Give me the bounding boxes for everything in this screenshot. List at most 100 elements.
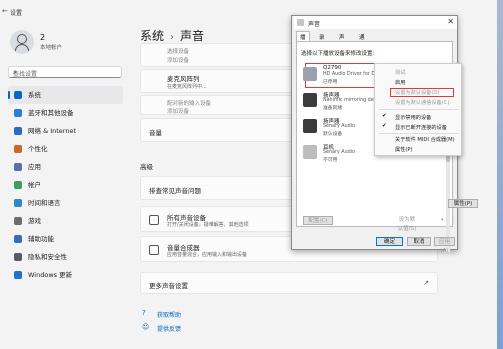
advanced-section-title: 高级 <box>140 163 153 171</box>
sidebar-item[interactable]: 个性化 <box>8 140 123 158</box>
sidebar-item[interactable]: 帐户 <box>8 176 123 194</box>
sidebar-item[interactable]: 辅助功能 <box>8 230 123 248</box>
device-status: 默认设备 <box>323 132 343 137</box>
breadcrumb-separator: › <box>170 32 175 43</box>
breadcrumb: 系统 › 声音 <box>140 27 204 44</box>
nav-icon <box>14 127 22 135</box>
volume-panel[interactable]: 音量 <box>140 118 300 142</box>
nav-icon <box>14 271 22 279</box>
device-status: 已停用 <box>323 80 338 85</box>
faded-text: 配对新的输入设备 <box>167 101 212 107</box>
nav-icon <box>14 109 22 117</box>
sidebar-item-label: 蓝牙和其他设备 <box>28 109 74 117</box>
pair-input-panel[interactable]: 配对新的输入设备 添加设备 <box>140 95 300 115</box>
menu-item-about-midi[interactable]: 关于软件 MIDI 合成器(M) <box>395 136 455 143</box>
sidebar-item[interactable]: 时间和语言 <box>8 194 123 212</box>
cancel-button[interactable]: 取消 <box>407 237 431 246</box>
menu-item-properties[interactable]: 属性(P) <box>395 146 413 153</box>
menu-item-set-default[interactable]: 设置为默认设备(D) <box>395 89 439 96</box>
more-settings-label: 更多声音设置 <box>149 282 188 290</box>
breadcrumb-parent[interactable]: 系统 <box>140 29 164 43</box>
nav-icon <box>14 181 22 189</box>
avatar[interactable] <box>10 30 34 54</box>
desktop-background <box>497 0 503 349</box>
nav-icon <box>14 217 22 225</box>
sidebar-item[interactable]: Windows 更新 <box>8 266 123 284</box>
speaker-icon <box>303 93 317 107</box>
device-driver: Senary Audio <box>323 124 355 129</box>
page-title: 声音 <box>180 29 205 43</box>
set-default-button[interactable]: 设为默认值(S) <box>397 216 417 232</box>
back-arrow-icon[interactable]: ← <box>2 7 8 15</box>
input-device-panel[interactable]: 麦克风阵列 在麦克风阵列中... <box>140 69 300 93</box>
speaker-icon <box>297 19 304 26</box>
close-icon[interactable]: ✕ <box>447 17 454 26</box>
sidebar-item-label: 系统 <box>28 91 41 99</box>
device-name: Q2790 <box>323 65 342 71</box>
menu-item-show-disabled[interactable]: 显示禁用的设备 <box>395 114 431 121</box>
set-default-label: 设为默认值(S) <box>397 217 417 232</box>
configure-button[interactable]: 配置(C) <box>303 216 333 225</box>
external-link-icon: ↗ <box>423 279 429 287</box>
context-menu: 测试 启用 设置为默认设备(D) 设置为默认通信设备(C) ✔ 显示禁用的设备 … <box>374 63 462 156</box>
sidebar-item[interactable]: 网络 & Internet <box>8 122 123 140</box>
apply-button[interactable]: 应用(A) <box>434 237 455 254</box>
instruction-text: 选择以下播放设备来修改设置: <box>301 51 375 57</box>
help-icon[interactable]: ? <box>142 309 146 317</box>
mic-sub: 在麦克风阵列中... <box>167 84 207 90</box>
dialog-titlebar[interactable]: 声音 ✕ <box>294 16 457 29</box>
window-title: 设置 <box>10 10 23 17</box>
menu-item-set-default-comm[interactable]: 设置为默认通信设备(C) <box>395 99 449 106</box>
sidebar-item-label: 个性化 <box>28 145 48 153</box>
sidebar-item[interactable]: 系统 <box>8 86 123 104</box>
faded-text: 添加设备 <box>167 109 190 115</box>
sidebar-item[interactable]: 游戏 <box>8 212 123 230</box>
monitor-speaker-icon <box>303 67 317 81</box>
faded-text: 添加设备 <box>167 58 190 64</box>
sidebar-item-label: 网络 & Internet <box>28 127 77 135</box>
volume-label: 音量 <box>149 129 162 137</box>
nav-icon <box>14 253 22 261</box>
mixer-icon <box>149 245 159 255</box>
sidebar-item-label: 帐户 <box>28 181 41 189</box>
menu-item-enable[interactable]: 启用 <box>395 79 405 86</box>
sidebar-item[interactable]: 蓝牙和其他设备 <box>8 104 123 122</box>
user-role: 本地帐户 <box>40 45 63 51</box>
sidebar-item[interactable]: 应用 <box>8 158 123 176</box>
sidebar-item-label: 时间和语言 <box>28 199 61 207</box>
menu-item-show-disconnected[interactable]: 显示已断开连接的设备 <box>395 124 447 131</box>
spacer <box>453 215 454 224</box>
sidebar-item-label: 游戏 <box>28 217 41 225</box>
properties-button[interactable]: 属性(P) <box>448 199 478 208</box>
speaker-devices-icon <box>149 215 159 225</box>
ok-button[interactable]: 确定 <box>376 237 403 246</box>
device-status: 不可用 <box>323 158 338 163</box>
checkmark-icon: ✔ <box>382 113 387 119</box>
menu-item-test[interactable]: 测试 <box>395 69 405 76</box>
sidebar-nav: 系统蓝牙和其他设备 网络 & Internet 个性化应用帐户时间和语言游戏辅助功能… <box>8 86 123 284</box>
nav-icon <box>14 91 22 99</box>
search-input[interactable]: 查找设置 ⌕ <box>8 66 122 78</box>
sidebar-item[interactable]: 隐私和安全性 <box>8 248 123 266</box>
nav-icon <box>14 145 22 153</box>
nav-icon <box>14 163 22 171</box>
sidebar-item-label: Windows 更新 <box>28 271 73 279</box>
sidebar-item-label: 辅助功能 <box>28 235 54 243</box>
user-head-icon <box>17 34 27 44</box>
get-help-link[interactable]: 获取帮助 <box>157 310 181 319</box>
menu-separator <box>379 133 459 134</box>
speaker-icon <box>303 119 317 133</box>
nav-icon <box>14 199 22 207</box>
feedback-icon[interactable]: ☺ <box>142 323 149 331</box>
faded-text: 选择设备 <box>167 49 190 55</box>
more-sound-settings-row[interactable]: 更多声音设置 ↗ <box>140 272 438 294</box>
chevron-down-icon[interactable]: ▾ <box>441 217 444 223</box>
all-devices-sub: 打开/关闭设备，疑难解答，其他选项 <box>167 222 249 228</box>
feedback-link[interactable]: 提供反馈 <box>157 324 181 333</box>
device-status: 准备就绪 <box>323 106 343 111</box>
menu-separator <box>379 109 459 110</box>
search-icon[interactable]: ⌕ <box>13 68 117 77</box>
output-device-panel[interactable]: 选择设备 添加设备 <box>140 43 300 67</box>
user-body-icon <box>15 44 29 51</box>
nav-icon <box>14 235 22 243</box>
